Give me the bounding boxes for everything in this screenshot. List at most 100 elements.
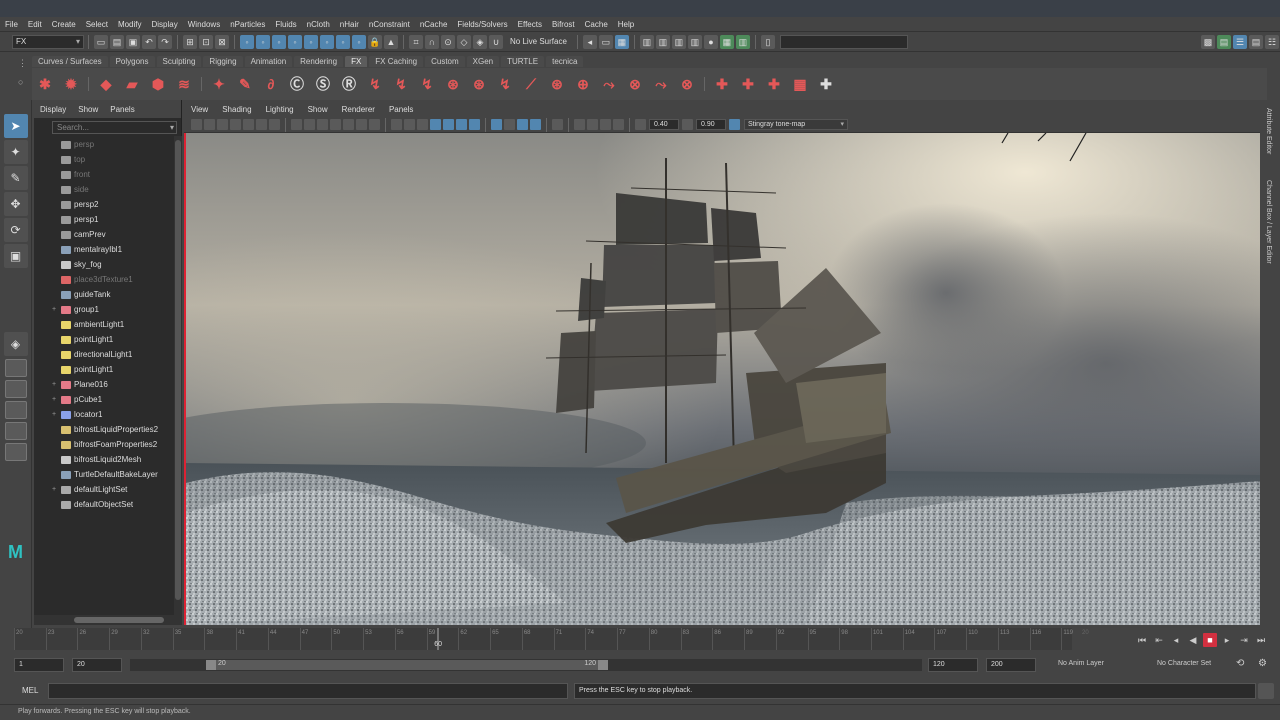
render-setup-icon[interactable]: ▦ (719, 34, 734, 49)
grid-icon[interactable] (291, 119, 302, 130)
auto-key-icon[interactable]: ⟲ (1236, 658, 1244, 670)
save-scene-icon[interactable]: ▣ (126, 34, 140, 49)
go-to-start-icon[interactable]: ⏮ (1135, 633, 1149, 647)
range-start-handle[interactable] (206, 660, 216, 670)
channel-box-tab[interactable]: Channel Box / Layer Editor (1265, 180, 1272, 264)
range-slider[interactable]: 20 120 (130, 659, 922, 671)
tool-settings-toggle-icon[interactable]: ▤ (1249, 34, 1263, 49)
light-editor-icon[interactable]: ▥ (735, 34, 750, 49)
persp-outliner-layout-icon[interactable] (4, 380, 27, 398)
xray-icon[interactable] (574, 119, 585, 130)
render-settings-icon[interactable]: ▥ (687, 34, 702, 49)
select-component-icon[interactable]: ⊠ (215, 34, 229, 49)
outliner-menu-show[interactable]: Show (78, 105, 98, 114)
nrigid-icon[interactable]: ⬢ (147, 73, 169, 95)
outliner-item[interactable]: bifrostLiquidProperties2 (34, 422, 181, 437)
cache-replace-icon[interactable]: ⊗ (624, 73, 646, 95)
xray-active-icon[interactable] (600, 119, 611, 130)
bifrost-liquid-icon[interactable]: ✚ (711, 73, 733, 95)
select-render-mask-icon[interactable]: ◦ (336, 34, 350, 49)
menu-item-nhair[interactable]: nHair (340, 20, 359, 29)
outliner-menu-display[interactable]: Display (40, 105, 66, 114)
cache-merge-icon[interactable]: ⤳ (650, 73, 672, 95)
field-volume-icon[interactable]: ⊕ (572, 73, 594, 95)
select-surface-mask-icon[interactable]: ◦ (288, 34, 302, 49)
menu-item-edit[interactable]: Edit (28, 20, 42, 29)
render-current-icon[interactable]: ▥ (655, 34, 670, 49)
bifrost-aero-icon[interactable]: ✚ (737, 73, 759, 95)
character-set-dropdown[interactable]: No Character Set (1157, 658, 1211, 670)
outliner-item[interactable]: defaultObjectSet (34, 497, 181, 512)
rotate-tool-icon[interactable]: ⟳ (3, 218, 28, 242)
field-gravity-icon[interactable]: ↯ (416, 73, 438, 95)
field-newton-icon[interactable]: ⊛ (442, 73, 464, 95)
highlight-selection-icon[interactable]: ▲ (384, 34, 398, 49)
render-view-icon[interactable]: ▥ (639, 34, 654, 49)
outliner-item[interactable]: mentalrayIbl1 (34, 242, 181, 257)
bifrost-accelerator-icon[interactable]: ✚ (815, 73, 837, 95)
outliner-item[interactable]: front (34, 167, 181, 182)
undo-icon[interactable]: ↶ (142, 34, 156, 49)
anim-layer-dropdown[interactable]: No Anim Layer (1058, 658, 1104, 670)
backface-culling-icon[interactable] (613, 119, 624, 130)
hypershade-layout-icon[interactable] (4, 422, 27, 440)
menu-item-nconstraint[interactable]: nConstraint (369, 20, 410, 29)
fluid-container-icon[interactable]: ≋ (173, 73, 195, 95)
outliner-search-input[interactable]: Search... (52, 121, 177, 134)
four-view-layout-icon[interactable] (4, 359, 27, 377)
menu-item-file[interactable]: File (5, 20, 18, 29)
outliner-item[interactable]: guideTank (34, 287, 181, 302)
default-material-icon[interactable] (417, 119, 428, 130)
gate-mask-icon[interactable] (330, 119, 341, 130)
menu-item-select[interactable]: Select (86, 20, 108, 29)
shelf-tab-curves-surfaces[interactable]: Curves / Surfaces (32, 55, 108, 67)
view-transform-dropdown[interactable]: Stingray tone-map (744, 119, 848, 130)
shelf-tab-tecnica[interactable]: tecnica (546, 55, 584, 67)
select-tool-icon[interactable]: ➤ (3, 114, 28, 138)
menu-item-help[interactable]: Help (618, 20, 634, 29)
shelf-tab-polygons[interactable]: Polygons (109, 55, 155, 67)
shelf-menu-icon[interactable]: ○ (18, 77, 32, 87)
lasso-tool-icon[interactable]: ✦ (3, 140, 28, 164)
script-language-toggle[interactable]: MEL (22, 686, 38, 695)
textured-icon[interactable] (443, 119, 454, 130)
range-slider-thumb[interactable]: 20 120 (206, 660, 608, 670)
gamma-icon[interactable] (682, 119, 693, 130)
dynamic-curve-icon[interactable]: ∂ (260, 73, 282, 95)
exposure-field[interactable]: 0.40 (649, 119, 679, 130)
viewport-menu-show[interactable]: Show (308, 105, 328, 114)
ipr-render-icon[interactable]: ▥ (671, 34, 686, 49)
camera-attributes-icon[interactable] (217, 119, 228, 130)
shelf-tab-xgen[interactable]: XGen (466, 55, 500, 67)
menu-item-modify[interactable]: Modify (118, 20, 142, 29)
nparticle-fill-icon[interactable]: ◆ (95, 73, 117, 95)
outliner-item[interactable]: top (34, 152, 181, 167)
resolution-gate-icon[interactable] (317, 119, 328, 130)
menu-item-effects[interactable]: Effects (518, 20, 542, 29)
constraint-c-icon[interactable]: Ⓒ (286, 73, 308, 95)
cache-delete-icon[interactable]: ⊗ (676, 73, 698, 95)
shelf-tab-turtle[interactable]: TURTLE (501, 55, 545, 67)
expand-toggle-icon[interactable]: + (50, 411, 58, 418)
snap-grid-icon[interactable]: ⌗ (409, 34, 423, 49)
smooth-shade-icon[interactable] (404, 119, 415, 130)
expand-toggle-icon[interactable]: + (50, 486, 58, 493)
shelf-tab-fx[interactable]: FX (345, 55, 368, 67)
lock-selection-icon[interactable]: 🔒 (368, 34, 382, 49)
range-end-handle[interactable] (598, 660, 608, 670)
playback-start-field[interactable]: 20 (72, 658, 122, 672)
viewport-menu-renderer[interactable]: Renderer (342, 105, 375, 114)
step-forward-frame-icon[interactable]: ▸ (1220, 633, 1234, 647)
field-chart-icon[interactable] (343, 119, 354, 130)
ncloth-icon[interactable]: ▰ (121, 73, 143, 95)
menu-item-create[interactable]: Create (52, 20, 76, 29)
snap-view-plane-icon[interactable]: ◇ (457, 34, 471, 49)
select-misc-mask-icon[interactable]: ◦ (352, 34, 366, 49)
persp-graph-layout-icon[interactable] (4, 401, 27, 419)
shadows-icon[interactable] (469, 119, 480, 130)
scrollbar-thumb[interactable] (74, 617, 164, 623)
attribute-editor-toggle-icon[interactable]: ☰ (1233, 34, 1247, 49)
shelf-tab-animation[interactable]: Animation (244, 55, 293, 67)
single-perspective-layout-icon[interactable]: ◈ (3, 332, 28, 356)
color-management-icon[interactable] (729, 119, 740, 130)
